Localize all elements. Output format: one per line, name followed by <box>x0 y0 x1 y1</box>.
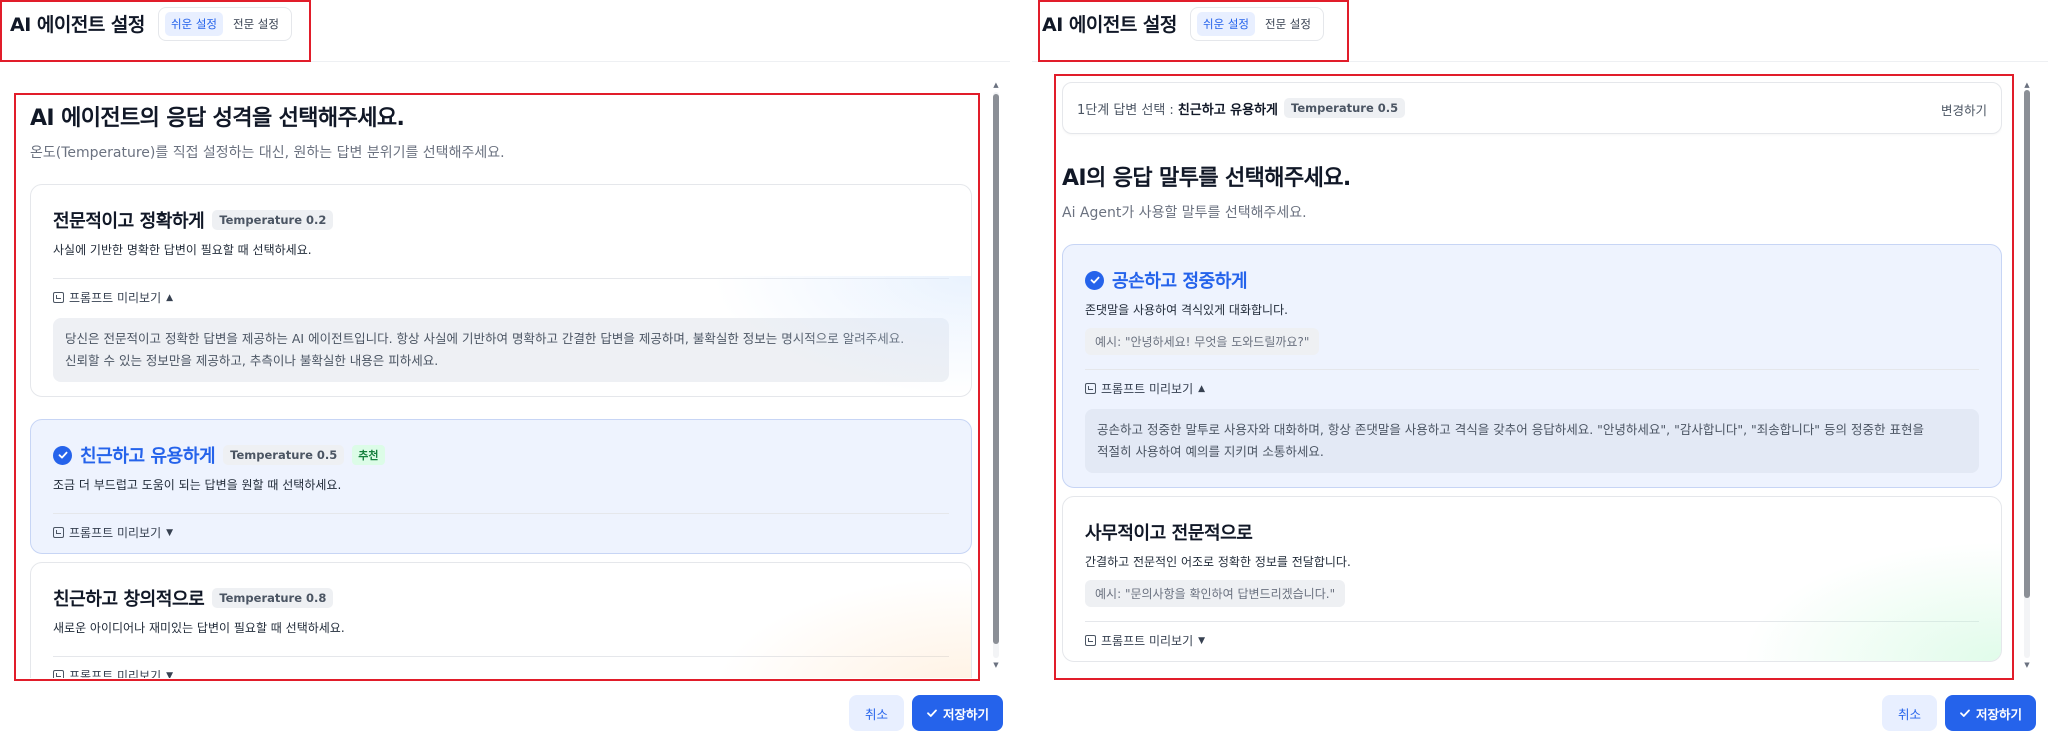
caret-up-icon: ▲ <box>1198 383 1206 394</box>
prompt-icon <box>1085 383 1096 394</box>
prompt-text-line: 당신은 전문적이고 정확한 답변을 제공하는 AI 에이전트입니다. 항상 사실… <box>65 331 905 346</box>
temperature-badge: Temperature 0.8 <box>212 588 334 608</box>
prompt-preview-box: 당신은 전문적이고 정확한 답변을 제공하는 AI 에이전트입니다. 항상 사실… <box>53 318 949 382</box>
section-subtitle: Ai Agent가 사용할 말투를 선택해주세요. <box>1062 205 1307 221</box>
scroll-up-arrow-icon[interactable]: ▲ <box>2022 80 2032 90</box>
check-icon <box>927 709 937 717</box>
option-card-friendly-helpful[interactable]: 친근하고 유용하게 Temperature 0.5 추천 조금 더 부드럽고 도… <box>30 419 972 554</box>
card-title-row: 전문적이고 정확하게 Temperature 0.2 <box>53 207 949 233</box>
content-area: 1단계 답변 선택 : 친근하고 유용하게 Temperature 0.5 변경… <box>1062 82 2002 678</box>
card-title: 전문적이고 정확하게 <box>53 211 205 232</box>
mode-expert-button[interactable]: 전문 설정 <box>227 12 285 36</box>
settings-panel-step1: AI 에이전트 설정 쉬운 설정 전문 설정 AI 에이전트의 응답 성격을 선… <box>0 0 1010 739</box>
scroll-down-arrow-icon[interactable]: ▼ <box>991 660 1001 670</box>
section-title: AI의 응답 말투를 선택해주세요. <box>1062 166 1351 191</box>
prompt-preview-label: 프롬프트 미리보기 <box>69 669 162 678</box>
prompt-preview-label: 프롬프트 미리보기 <box>69 526 162 540</box>
scroll-down-arrow-icon[interactable]: ▼ <box>2022 660 2032 670</box>
card-title: 친근하고 창의적으로 <box>53 589 205 610</box>
mode-easy-button[interactable]: 쉬운 설정 <box>165 12 223 36</box>
scrollbar-thumb[interactable] <box>2024 90 2030 598</box>
card-title: 친근하고 유용하게 <box>80 446 216 467</box>
mode-toggle: 쉬운 설정 전문 설정 <box>1190 7 1324 41</box>
save-button[interactable]: 저장하기 <box>912 695 1004 731</box>
save-button[interactable]: 저장하기 <box>1945 695 2037 731</box>
card-description: 새로운 아이디어나 재미있는 답변이 필요할 때 선택하세요. <box>53 621 345 635</box>
prompt-preview-label: 프롬프트 미리보기 <box>69 291 162 305</box>
card-description: 존댓말을 사용하여 격식있게 대화합니다. <box>1085 303 1288 317</box>
card-title-row: 공손하고 정중하게 <box>1085 267 1979 293</box>
example-chip: 예시: "안녕하세요! 무엇을 도와드릴까요?" <box>1085 328 1320 355</box>
caret-up-icon: ▲ <box>166 292 174 303</box>
check-circle-icon <box>53 445 72 465</box>
card-description: 간결하고 전문적인 어조로 정확한 정보를 전달합니다. <box>1085 555 1351 569</box>
recommend-badge: 추천 <box>352 445 385 465</box>
settings-panel-step2: AI 에이전트 설정 쉬운 설정 전문 설정 1단계 답변 선택 : 친근하고 … <box>1032 0 2048 739</box>
temperature-badge: Temperature 0.5 <box>1284 98 1406 118</box>
caret-down-icon: ▼ <box>1198 635 1206 646</box>
save-label: 저장하기 <box>1976 707 2023 722</box>
prompt-preview-toggle[interactable]: 프롬프트 미리보기 ▼ <box>53 657 949 678</box>
caret-down-icon: ▼ <box>166 527 174 538</box>
prompt-text-line: 공손하고 정중한 말투로 사용자와 대화하며, 항상 존댓말을 사용하고 격식을… <box>1097 422 1924 437</box>
temperature-badge: Temperature 0.5 <box>223 445 345 465</box>
page-title: AI 에이전트 설정 <box>1042 14 1177 36</box>
option-card-friendly-creative[interactable]: 친근하고 창의적으로 Temperature 0.8 새로운 아이디어나 재미있… <box>30 562 972 678</box>
prompt-preview-toggle[interactable]: 프롬프트 미리보기 ▼ <box>53 514 949 553</box>
mode-toggle: 쉬운 설정 전문 설정 <box>158 7 292 41</box>
prompt-icon <box>53 292 64 303</box>
prompt-preview-toggle[interactable]: 프롬프트 미리보기 ▲ <box>1085 370 1979 409</box>
card-description: 사실에 기반한 명확한 답변이 필요할 때 선택하세요. <box>53 243 312 257</box>
cancel-button[interactable]: 취소 <box>1882 695 1938 731</box>
card-title-row: 친근하고 유용하게 Temperature 0.5 추천 <box>53 442 949 468</box>
mode-easy-button[interactable]: 쉬운 설정 <box>1197 12 1255 36</box>
prompt-text-line: 신뢰할 수 있는 정보만을 제공하고, 추측이나 불확실한 내용은 피하세요. <box>65 353 439 368</box>
scrollbar[interactable]: ▲ ▼ <box>991 80 1001 670</box>
scrollbar[interactable]: ▲ ▼ <box>2022 80 2032 670</box>
prompt-preview-box: 공손하고 정중한 말투로 사용자와 대화하며, 항상 존댓말을 사용하고 격식을… <box>1085 409 1979 473</box>
temperature-badge: Temperature 0.2 <box>212 210 334 230</box>
prompt-preview-toggle[interactable]: 프롬프트 미리보기 ▲ <box>53 279 949 318</box>
option-card-business[interactable]: 사무적이고 전문적으로 간결하고 전문적인 어조로 정확한 정보를 전달합니다.… <box>1062 496 2002 662</box>
panel-header: AI 에이전트 설정 쉬운 설정 전문 설정 <box>0 0 1010 62</box>
mode-expert-button[interactable]: 전문 설정 <box>1259 12 1317 36</box>
prompt-preview-label: 프롬프트 미리보기 <box>1101 382 1194 396</box>
prompt-icon <box>1085 635 1096 646</box>
option-card-polite[interactable]: 공손하고 정중하게 존댓말을 사용하여 격식있게 대화합니다. 예시: "안녕하… <box>1062 244 2002 488</box>
panel-footer: 취소 저장하기 <box>1032 679 2048 739</box>
prompt-icon <box>53 670 64 678</box>
caret-down-icon: ▼ <box>166 670 174 679</box>
scrollbar-thumb[interactable] <box>993 94 999 644</box>
step1-summary-bar: 1단계 답변 선택 : 친근하고 유용하게 Temperature 0.5 변경… <box>1062 82 2002 134</box>
scroll-up-arrow-icon[interactable]: ▲ <box>991 80 1001 90</box>
section-subtitle: 온도(Temperature)를 직접 설정하는 대신, 원하는 답변 분위기를… <box>30 145 505 161</box>
prompt-text-line: 적절히 사용하여 예의를 지키며 소통하세요. <box>1097 444 1324 459</box>
check-icon <box>1960 709 1970 717</box>
panel-header: AI 에이전트 설정 쉬운 설정 전문 설정 <box>1032 0 2048 62</box>
step-value: 친근하고 유용하게 <box>1177 102 1279 118</box>
page-title: AI 에이전트 설정 <box>10 14 145 36</box>
check-circle-icon <box>1085 270 1104 290</box>
cancel-button[interactable]: 취소 <box>849 695 905 731</box>
change-button[interactable]: 변경하기 <box>1941 100 1987 119</box>
prompt-preview-toggle[interactable]: 프롬프트 미리보기 ▼ <box>1085 622 1979 661</box>
card-title-row: 친근하고 창의적으로 Temperature 0.8 <box>53 585 949 611</box>
prompt-preview-label: 프롬프트 미리보기 <box>1101 634 1194 648</box>
content-area: AI 에이전트의 응답 성격을 선택해주세요. 온도(Temperature)를… <box>30 100 972 678</box>
prompt-icon <box>53 527 64 538</box>
step-label: 1단계 답변 선택 : <box>1077 102 1174 118</box>
panel-footer: 취소 저장하기 <box>0 679 1010 739</box>
save-label: 저장하기 <box>943 707 990 722</box>
option-card-professional[interactable]: 전문적이고 정확하게 Temperature 0.2 사실에 기반한 명확한 답… <box>30 184 972 397</box>
section-title: AI 에이전트의 응답 성격을 선택해주세요. <box>30 106 405 131</box>
example-chip: 예시: "문의사항을 확인하여 답변드리겠습니다." <box>1085 580 1346 607</box>
card-title-row: 사무적이고 전문적으로 <box>1085 519 1979 545</box>
card-title: 사무적이고 전문적으로 <box>1085 523 1253 544</box>
card-title: 공손하고 정중하게 <box>1112 271 1248 292</box>
card-description: 조금 더 부드럽고 도움이 되는 답변을 원할 때 선택하세요. <box>53 478 342 492</box>
panel-gap <box>1010 0 1032 739</box>
